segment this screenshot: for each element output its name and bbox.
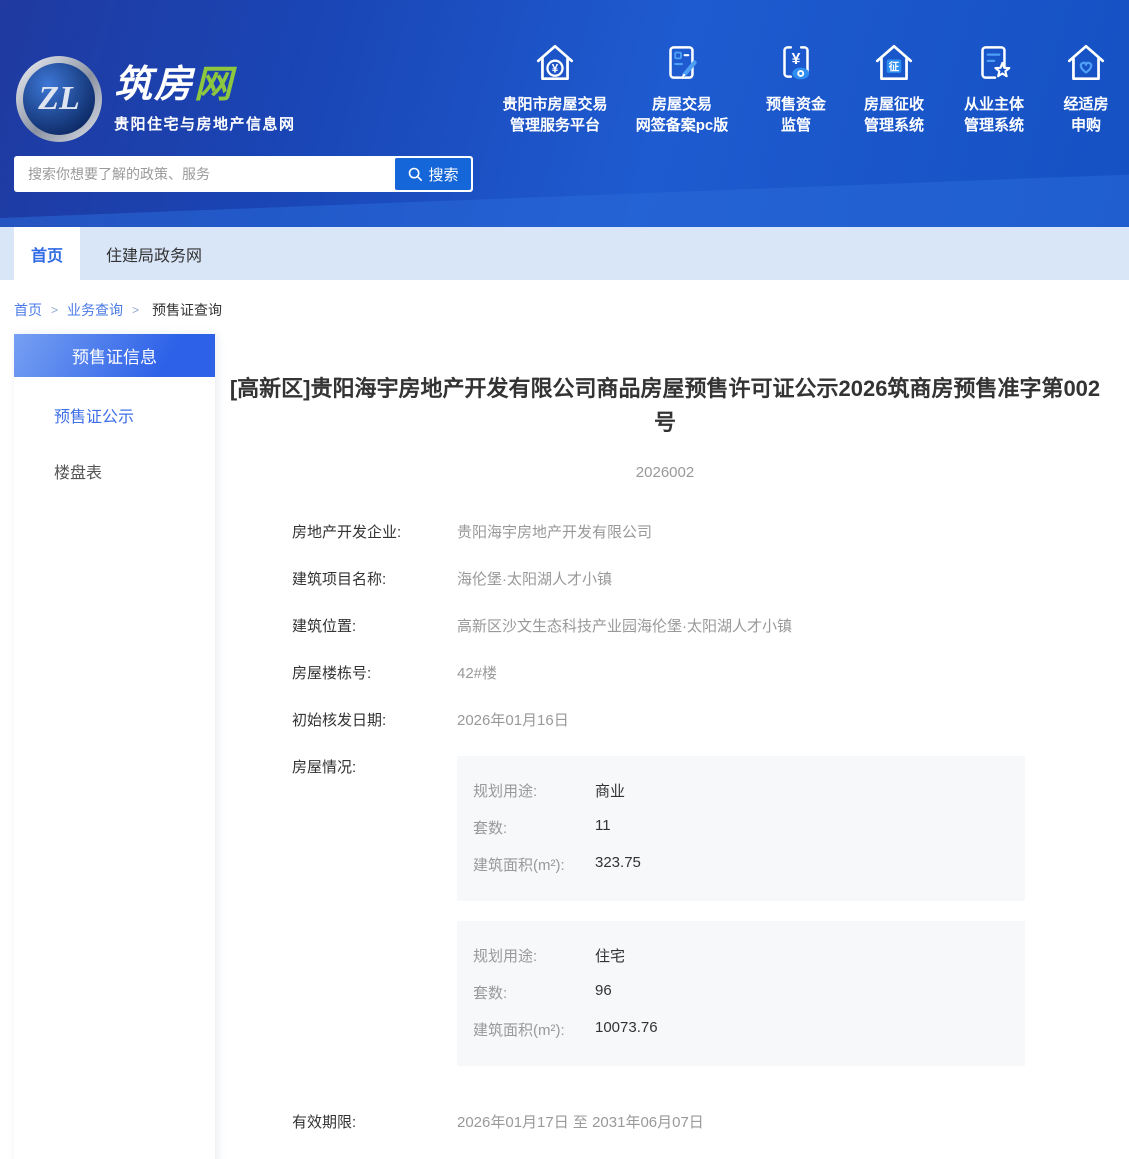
field-housing-situation: 房屋情况: 规划用途: 商业 套数: 11 建筑面积(m²): (292, 756, 1115, 1066)
house-heart-icon (1063, 38, 1109, 86)
field-location: 建筑位置: 高新区沙文生态科技产业园海伦堡·太阳湖人才小镇 (292, 615, 1115, 636)
nav-item-practitioners[interactable]: 从业主体 管理系统 (944, 38, 1044, 136)
sidebar: 预售证信息 预售证公示 楼盘表 (14, 334, 215, 1159)
sidebar-item-building-table[interactable]: 楼盘表 (14, 459, 215, 483)
breadcrumb-current: 预售证查询 (152, 300, 222, 320)
breadcrumb-separator: > (132, 303, 139, 317)
sidebar-item-presale-publicity[interactable]: 预售证公示 (14, 403, 215, 427)
housing-planned-use: 规划用途: 商业 (473, 780, 1009, 801)
site-title: 筑房网 (114, 65, 296, 105)
nav-item-expropriation[interactable]: 征 房屋征收 管理系统 (844, 38, 944, 136)
field-validity-period: 有效期限: 2026年01月17日 至 2031年06月07日 (292, 1111, 1115, 1132)
search-input[interactable] (16, 158, 395, 190)
sidebar-header-presale-info[interactable]: 预售证信息 (14, 334, 215, 377)
breadcrumb-separator: > (51, 303, 58, 317)
housing-floor-area: 建筑面积(m²): 10073.76 (473, 1019, 1009, 1040)
page-title: [高新区]贵阳海宇房地产开发有限公司商品房屋预售许可证公示2026筑商房预售准字… (229, 372, 1101, 440)
housing-floor-area: 建筑面积(m²): 323.75 (473, 854, 1009, 875)
nav-item-presale-funds[interactable]: ¥ 预售资金 监管 (748, 38, 844, 136)
site-logo[interactable]: ZL 筑房网 贵阳住宅与房地产信息网 (16, 56, 296, 142)
site-subtitle: 贵阳住宅与房地产信息网 (114, 113, 296, 134)
tab-gov-site[interactable]: 住建局政务网 (100, 227, 208, 280)
breadcrumb-business-query[interactable]: 业务查询 (67, 300, 123, 320)
field-project-name: 建筑项目名称: 海伦堡·太阳湖人才小镇 (292, 568, 1115, 589)
header-nav: ¥ 贵阳市房屋交易 管理服务平台 房屋交易 (494, 38, 1128, 136)
top-tabbar: 首页 住建局政务网 (0, 227, 1129, 280)
doc-star-icon (971, 38, 1017, 86)
field-building-number: 房屋楼栋号: 42#楼 (292, 662, 1115, 683)
svg-text:¥: ¥ (552, 63, 559, 75)
house-yuan-icon: ¥ (532, 38, 578, 86)
doc-pencil-icon (659, 38, 705, 86)
site-header: ZL 筑房网 贵阳住宅与房地产信息网 ¥ 贵阳市房屋交易 管理服务平台 (0, 0, 1129, 227)
field-issue-date: 初始核发日期: 2026年01月16日 (292, 709, 1115, 730)
logo-emblem-text: ZL (23, 63, 95, 135)
search-icon (407, 166, 423, 182)
nav-item-online-sign[interactable]: 房屋交易 网签备案pc版 (616, 38, 748, 136)
certificate-number: 2026002 (215, 464, 1115, 481)
house-zheng-icon: 征 (871, 38, 917, 86)
housing-unit-count: 套数: 96 (473, 982, 1009, 1003)
breadcrumb-home[interactable]: 首页 (14, 300, 42, 320)
breadcrumb: 首页 > 业务查询 > 预售证查询 (0, 280, 1129, 334)
tab-home[interactable]: 首页 (14, 227, 80, 280)
housing-planned-use: 规划用途: 住宅 (473, 945, 1009, 966)
housing-unit-count: 套数: 11 (473, 817, 1009, 838)
nav-item-trade-platform[interactable]: ¥ 贵阳市房屋交易 管理服务平台 (494, 38, 616, 136)
nav-item-affordable-housing[interactable]: 经适房 申购 (1044, 38, 1128, 136)
search-bar: 搜索 (14, 156, 473, 192)
housing-box-commercial: 规划用途: 商业 套数: 11 建筑面积(m²): 323.75 (457, 756, 1025, 901)
logo-emblem-icon: ZL (16, 56, 102, 142)
field-developer: 房地产开发企业: 贵阳海宇房地产开发有限公司 (292, 521, 1115, 542)
doc-yuan-eye-icon: ¥ (773, 38, 819, 86)
svg-text:征: 征 (889, 60, 900, 73)
svg-text:¥: ¥ (792, 51, 801, 68)
housing-box-residential: 规划用途: 住宅 套数: 96 建筑面积(m²): 10073.76 (457, 921, 1025, 1066)
search-button[interactable]: 搜索 (395, 158, 471, 190)
main-content: [高新区]贵阳海宇房地产开发有限公司商品房屋预售许可证公示2026筑商房预售准字… (215, 334, 1115, 1159)
